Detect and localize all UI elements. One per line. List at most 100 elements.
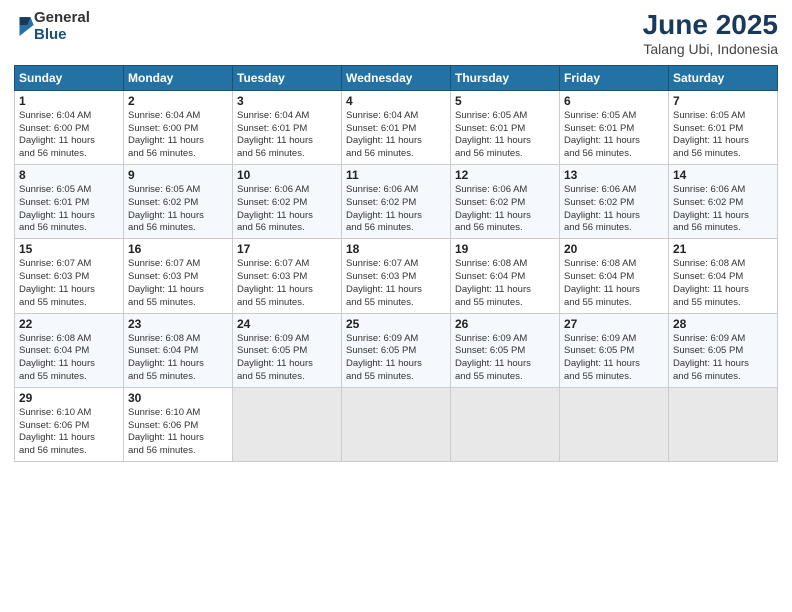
calendar-week-row: 15 Sunrise: 6:07 AM Sunset: 6:03 PM Dayli… xyxy=(15,239,778,313)
calendar-cell: 13 Sunrise: 6:06 AM Sunset: 6:02 PM Dayli… xyxy=(560,165,669,239)
weekday-header: Sunday xyxy=(15,65,124,90)
calendar-cell: 17Sunrise: 6:07 AM Sunset: 6:03 PM Dayli… xyxy=(233,239,342,313)
day-info: Sunrise: 6:07 AM Sunset: 6:03 PM Dayligh… xyxy=(237,258,337,309)
calendar-cell: 19Sunrise: 6:08 AM Sunset: 6:04 PM Dayli… xyxy=(451,239,560,313)
day-number: 25 xyxy=(346,317,446,331)
day-info: Sunrise: 6:06 AM Sunset: 6:02 PM Dayligh… xyxy=(346,184,446,235)
calendar-week-row: 29Sunrise: 6:10 AM Sunset: 6:06 PM Dayli… xyxy=(15,387,778,461)
day-info: Sunrise: 6:05 AM Sunset: 6:01 PM Dayligh… xyxy=(455,110,555,161)
weekday-header: Friday xyxy=(560,65,669,90)
calendar-cell: 22Sunrise: 6:08 AM Sunset: 6:04 PM Dayli… xyxy=(15,313,124,387)
calendar-cell: 16Sunrise: 6:07 AM Sunset: 6:03 PM Dayli… xyxy=(124,239,233,313)
day-info: Sunrise: 6:09 AM Sunset: 6:05 PM Dayligh… xyxy=(673,333,773,384)
day-number: 8 xyxy=(19,168,119,182)
day-number: 21 xyxy=(673,242,773,256)
weekday-header-row: SundayMondayTuesdayWednesdayThursdayFrid… xyxy=(15,65,778,90)
calendar-cell: 1 Sunrise: 6:04 AM Sunset: 6:00 PM Daylig… xyxy=(15,90,124,164)
calendar-cell: 2 Sunrise: 6:04 AM Sunset: 6:00 PM Daylig… xyxy=(124,90,233,164)
calendar-cell: 9Sunrise: 6:05 AM Sunset: 6:02 PM Daylig… xyxy=(124,165,233,239)
calendar-cell xyxy=(669,387,778,461)
day-info: Sunrise: 6:10 AM Sunset: 6:06 PM Dayligh… xyxy=(19,407,119,458)
day-number: 4 xyxy=(346,94,446,108)
calendar: SundayMondayTuesdayWednesdayThursdayFrid… xyxy=(14,65,778,462)
calendar-cell: 15 Sunrise: 6:07 AM Sunset: 6:03 PM Dayli… xyxy=(15,239,124,313)
calendar-cell: 23 Sunrise: 6:08 AM Sunset: 6:04 PM Dayli… xyxy=(124,313,233,387)
weekday-header: Thursday xyxy=(451,65,560,90)
month-year: June 2025 xyxy=(643,10,778,41)
logo-blue: Blue xyxy=(34,27,90,44)
day-info: Sunrise: 6:09 AM Sunset: 6:05 PM Dayligh… xyxy=(237,333,337,384)
day-number: 26 xyxy=(455,317,555,331)
logo: General Blue xyxy=(14,10,90,43)
day-info: Sunrise: 6:07 AM Sunset: 6:03 PM Dayligh… xyxy=(19,258,119,309)
location: Talang Ubi, Indonesia xyxy=(643,41,778,57)
calendar-cell: 25Sunrise: 6:09 AM Sunset: 6:05 PM Dayli… xyxy=(342,313,451,387)
day-info: Sunrise: 6:08 AM Sunset: 6:04 PM Dayligh… xyxy=(564,258,664,309)
calendar-cell: 12 Sunrise: 6:06 AM Sunset: 6:02 PM Dayli… xyxy=(451,165,560,239)
day-info: Sunrise: 6:10 AM Sunset: 6:06 PM Dayligh… xyxy=(128,407,228,458)
day-number: 7 xyxy=(673,94,773,108)
calendar-cell: 28 Sunrise: 6:09 AM Sunset: 6:05 PM Dayli… xyxy=(669,313,778,387)
day-info: Sunrise: 6:04 AM Sunset: 6:00 PM Dayligh… xyxy=(19,110,119,161)
calendar-cell xyxy=(560,387,669,461)
weekday-header: Wednesday xyxy=(342,65,451,90)
logo-text: General Blue xyxy=(34,10,90,43)
day-number: 23 xyxy=(128,317,228,331)
day-info: Sunrise: 6:08 AM Sunset: 6:04 PM Dayligh… xyxy=(19,333,119,384)
weekday-header: Monday xyxy=(124,65,233,90)
logo-general: General xyxy=(34,10,90,27)
calendar-week-row: 8Sunrise: 6:05 AM Sunset: 6:01 PM Daylig… xyxy=(15,165,778,239)
day-number: 30 xyxy=(128,391,228,405)
day-info: Sunrise: 6:05 AM Sunset: 6:01 PM Dayligh… xyxy=(564,110,664,161)
day-info: Sunrise: 6:09 AM Sunset: 6:05 PM Dayligh… xyxy=(564,333,664,384)
calendar-cell: 3Sunrise: 6:04 AM Sunset: 6:01 PM Daylig… xyxy=(233,90,342,164)
calendar-cell: 6 Sunrise: 6:05 AM Sunset: 6:01 PM Daylig… xyxy=(560,90,669,164)
day-info: Sunrise: 6:08 AM Sunset: 6:04 PM Dayligh… xyxy=(673,258,773,309)
day-info: Sunrise: 6:06 AM Sunset: 6:02 PM Dayligh… xyxy=(455,184,555,235)
calendar-cell: 7 Sunrise: 6:05 AM Sunset: 6:01 PM Daylig… xyxy=(669,90,778,164)
day-number: 10 xyxy=(237,168,337,182)
day-number: 12 xyxy=(455,168,555,182)
day-number: 2 xyxy=(128,94,228,108)
logo-icon xyxy=(16,14,34,36)
day-number: 20 xyxy=(564,242,664,256)
day-number: 24 xyxy=(237,317,337,331)
day-number: 28 xyxy=(673,317,773,331)
day-number: 11 xyxy=(346,168,446,182)
weekday-header: Tuesday xyxy=(233,65,342,90)
calendar-week-row: 22Sunrise: 6:08 AM Sunset: 6:04 PM Dayli… xyxy=(15,313,778,387)
calendar-cell xyxy=(342,387,451,461)
day-info: Sunrise: 6:06 AM Sunset: 6:02 PM Dayligh… xyxy=(237,184,337,235)
day-info: Sunrise: 6:04 AM Sunset: 6:01 PM Dayligh… xyxy=(237,110,337,161)
day-number: 6 xyxy=(564,94,664,108)
day-number: 14 xyxy=(673,168,773,182)
calendar-cell xyxy=(233,387,342,461)
day-info: Sunrise: 6:07 AM Sunset: 6:03 PM Dayligh… xyxy=(346,258,446,309)
calendar-cell xyxy=(451,387,560,461)
calendar-cell: 24 Sunrise: 6:09 AM Sunset: 6:05 PM Dayli… xyxy=(233,313,342,387)
calendar-cell: 20 Sunrise: 6:08 AM Sunset: 6:04 PM Dayli… xyxy=(560,239,669,313)
day-number: 15 xyxy=(19,242,119,256)
calendar-cell: 5Sunrise: 6:05 AM Sunset: 6:01 PM Daylig… xyxy=(451,90,560,164)
calendar-week-row: 1 Sunrise: 6:04 AM Sunset: 6:00 PM Daylig… xyxy=(15,90,778,164)
day-info: Sunrise: 6:08 AM Sunset: 6:04 PM Dayligh… xyxy=(128,333,228,384)
day-info: Sunrise: 6:06 AM Sunset: 6:02 PM Dayligh… xyxy=(564,184,664,235)
calendar-cell: 4 Sunrise: 6:04 AM Sunset: 6:01 PM Daylig… xyxy=(342,90,451,164)
day-number: 27 xyxy=(564,317,664,331)
calendar-cell: 27 Sunrise: 6:09 AM Sunset: 6:05 PM Dayli… xyxy=(560,313,669,387)
day-info: Sunrise: 6:07 AM Sunset: 6:03 PM Dayligh… xyxy=(128,258,228,309)
title-block: June 2025 Talang Ubi, Indonesia xyxy=(643,10,778,57)
day-info: Sunrise: 6:09 AM Sunset: 6:05 PM Dayligh… xyxy=(455,333,555,384)
calendar-cell: 11 Sunrise: 6:06 AM Sunset: 6:02 PM Dayli… xyxy=(342,165,451,239)
day-number: 18 xyxy=(346,242,446,256)
day-info: Sunrise: 6:06 AM Sunset: 6:02 PM Dayligh… xyxy=(673,184,773,235)
day-info: Sunrise: 6:05 AM Sunset: 6:01 PM Dayligh… xyxy=(673,110,773,161)
calendar-cell: 26 Sunrise: 6:09 AM Sunset: 6:05 PM Dayli… xyxy=(451,313,560,387)
day-info: Sunrise: 6:04 AM Sunset: 6:01 PM Dayligh… xyxy=(346,110,446,161)
day-number: 1 xyxy=(19,94,119,108)
calendar-cell: 8Sunrise: 6:05 AM Sunset: 6:01 PM Daylig… xyxy=(15,165,124,239)
calendar-cell: 14 Sunrise: 6:06 AM Sunset: 6:02 PM Dayli… xyxy=(669,165,778,239)
day-number: 13 xyxy=(564,168,664,182)
calendar-cell: 18 Sunrise: 6:07 AM Sunset: 6:03 PM Dayli… xyxy=(342,239,451,313)
day-info: Sunrise: 6:04 AM Sunset: 6:00 PM Dayligh… xyxy=(128,110,228,161)
